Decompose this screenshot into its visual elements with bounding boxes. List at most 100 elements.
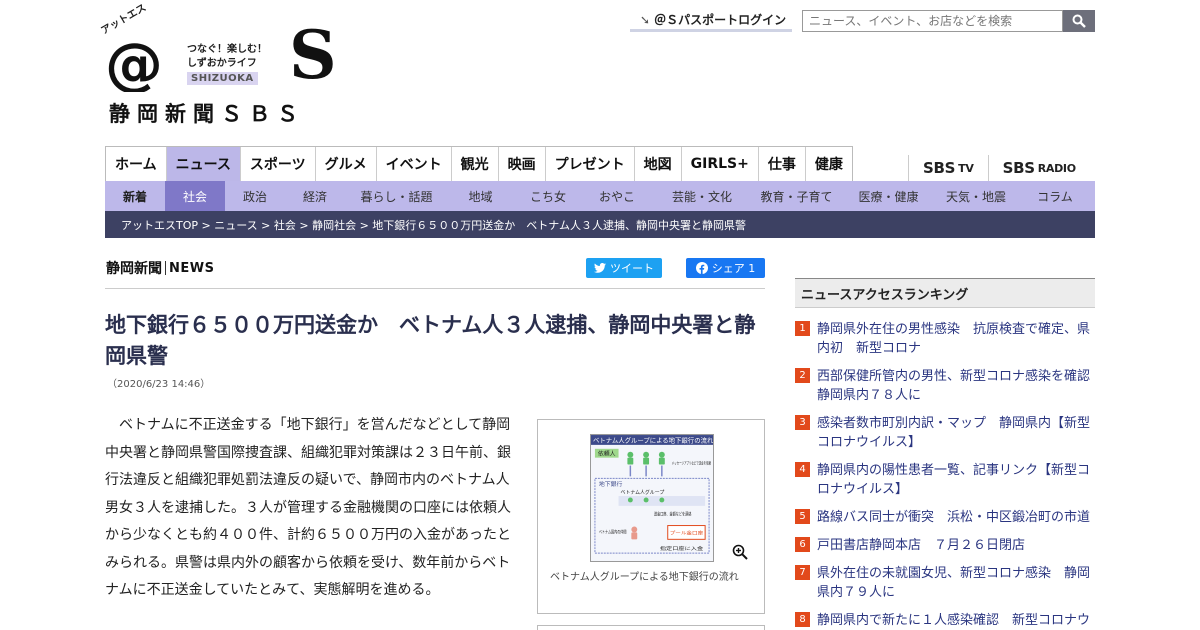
sbs-tv-sub: TV <box>958 161 974 175</box>
ranking-item-link[interactable]: 静岡県内で新たに１人感染確認 新型コロナウ <box>817 611 1090 630</box>
facebook-icon <box>695 262 708 274</box>
tweet-label: ツイート <box>610 262 654 275</box>
ranking-list: 1 静岡県外在住の男性感染 抗原検査で確定、県内初 新型コロナ 2 西部保健所管内の男… <box>795 320 1103 630</box>
ranking-item-link[interactable]: 静岡県内の陽性患者一覧、記事リンク【新型コロナウイルス】 <box>817 461 1095 499</box>
sbs-radio-link[interactable]: SBS RADIO <box>987 155 1090 181</box>
article-body: ベトナムに不正送金する「地下銀行」を営んだなどとして静岡中央署と静岡県警国際捜査… <box>105 417 511 598</box>
ranking-item[interactable]: 7 県外在住の未就園女児、新型コロナ感染 静岡県内７９人に <box>795 564 1095 602</box>
logo-shizuoka: SHIZUOKA <box>187 72 258 85</box>
main-nav: ホーム ニュース スポーツ グルメ イベント 観光 映画 プレゼント 地図 GIRLS+ 仕事 健康 <box>105 146 853 181</box>
ranking-item-link[interactable]: 県外在住の未就園女児、新型コロナ感染 静岡県内７９人に <box>817 564 1095 602</box>
logo-tagline-sub: しずおかライフ <box>187 58 257 69</box>
main-nav-item[interactable]: プレゼント <box>546 147 635 181</box>
diagram-pool: プール金口座 <box>670 529 704 536</box>
chevron-right-icon: ➘ <box>640 12 651 27</box>
sub-nav-item[interactable]: 天気・地震 <box>937 181 1015 211</box>
source-news: NEWS <box>169 260 215 276</box>
ranking-item[interactable]: 8 静岡県内で新たに１人感染確認 新型コロナウ <box>795 611 1095 630</box>
article-figure[interactable]: ベトナム人グループによる地下銀行の流れ 依頼人 メッセージアプリなどで送金を依頼… <box>537 419 765 614</box>
sub-nav-item[interactable]: 新着 <box>105 181 165 211</box>
diagram-title: ベトナム人グループによる地下銀行の流れ <box>593 435 714 444</box>
ranking-item[interactable]: 1 静岡県外在住の男性感染 抗原検査で確定、県内初 新型コロナ <box>795 320 1095 358</box>
sub-nav: 新着 社会 政治 経済 暮らし・話題 地域 こち女 おやこ 芸能・文化 教育・子育て 医療・健康 天気… <box>105 181 1095 211</box>
zoom-in-icon[interactable] <box>732 544 748 560</box>
sbs-radio-sub: RADIO <box>1037 161 1076 175</box>
sub-nav-item[interactable]: 地域 <box>448 181 513 211</box>
source-name: 静岡新聞 <box>106 261 162 277</box>
ranking-item[interactable]: 2 西部保健所管内の男性、新型コロナ感染を確認 静岡県内７８人に <box>795 367 1103 405</box>
ranking-item[interactable]: 5 路線バス同士が衝突 浜松・中区鍛冶町の市道 <box>795 508 1095 527</box>
logo-s-mark: S <box>289 16 337 94</box>
sub-nav-item[interactable]: コラム <box>1015 181 1095 211</box>
main-nav-item[interactable]: 仕事 <box>759 147 806 181</box>
sbs-tv-label: SBS <box>923 159 956 177</box>
main-nav-item[interactable]: GIRLS+ <box>682 147 759 181</box>
twitter-icon <box>594 263 606 273</box>
rank-badge: 1 <box>795 321 810 336</box>
article-headline: 地下銀行６５００万円送金か ベトナム人３人逮捕、静岡中央署と静岡県警 <box>105 313 756 368</box>
article-date: （2020/6/23 14:46） <box>107 379 211 390</box>
main-nav-item[interactable]: 観光 <box>452 147 499 181</box>
rank-badge: 5 <box>795 509 810 524</box>
site-logo[interactable]: アットエス @ つなぐ！楽しむ！ しずおかライフ SHIZUOKA S 静岡新聞… <box>100 2 337 126</box>
source-logo: 静岡新聞 NEWS <box>106 258 214 278</box>
ranking-item-link[interactable]: 西部保健所管内の男性、新型コロナ感染を確認 静岡県内７８人に <box>817 367 1103 405</box>
ranking-item-link[interactable]: 静岡県外在住の男性感染 抗原検査で確定、県内初 新型コロナ <box>817 320 1095 358</box>
svg-text:@: @ <box>105 34 163 92</box>
ranking-item-link[interactable]: 路線バス同士が衝突 浜松・中区鍛冶町の市道 <box>817 508 1090 527</box>
diagram-client: 依頼人 <box>598 450 616 458</box>
sub-nav-item[interactable]: 経済 <box>285 181 345 211</box>
breadcrumb[interactable]: アットエスTOP > ニュース > 社会 > 静岡社会 > 地下銀行６５００万円… <box>105 211 1095 238</box>
sub-nav-item[interactable]: 芸能・文化 <box>651 181 753 211</box>
second-figure[interactable] <box>537 625 765 630</box>
rank-badge: 2 <box>795 368 810 383</box>
sub-nav-item[interactable]: おやこ <box>583 181 651 211</box>
diagram-local: ベトナム国内の仲間 <box>599 528 627 535</box>
facebook-share-button[interactable]: シェア 1 <box>686 258 765 278</box>
site-search <box>802 10 1095 32</box>
passport-login-label: ＠Ｓパスポートログイン <box>654 13 787 27</box>
main-nav-item[interactable]: 映画 <box>499 147 546 181</box>
tweet-button[interactable]: ツイート <box>586 258 662 278</box>
search-input[interactable] <box>802 10 1063 32</box>
ranking-item-link[interactable]: 戸田書店静岡本店 ７月２６日閉店 <box>817 536 1025 555</box>
main-nav-item[interactable]: スポーツ <box>241 147 316 181</box>
diagram-send: 送金口座、金額などを連絡 <box>654 511 692 518</box>
sub-nav-item[interactable]: 政治 <box>225 181 285 211</box>
sbs-links: SBS TV SBS RADIO <box>908 155 1090 181</box>
main-nav-item[interactable]: イベント <box>377 147 452 181</box>
ranking-item[interactable]: 3 感染者数市町別内訳・マップ 静岡県内【新型コロナウイルス】 <box>795 414 1095 452</box>
rank-badge: 8 <box>795 612 810 627</box>
ranking-item[interactable]: 4 静岡県内の陽性患者一覧、記事リンク【新型コロナウイルス】 <box>795 461 1095 499</box>
main-nav-item[interactable]: グルメ <box>316 147 377 181</box>
sub-nav-item[interactable]: 医療・健康 <box>840 181 937 211</box>
sub-nav-item[interactable]: 暮らし・話題 <box>345 181 448 211</box>
diagram-bank: 地下銀行 <box>599 480 623 488</box>
underground-bank-diagram: ベトナム人グループによる地下銀行の流れ 依頼人 メッセージアプリなどで送金を依頼… <box>590 434 714 562</box>
ranking-item-link[interactable]: 感染者数市町別内訳・マップ 静岡県内【新型コロナウイルス】 <box>817 414 1095 452</box>
at-mark-icon: @ <box>105 34 163 92</box>
rank-badge: 3 <box>795 415 810 430</box>
diagram-group: ベトナム人グループ <box>621 489 665 496</box>
search-button[interactable] <box>1063 10 1095 32</box>
main-nav-item[interactable]: 地図 <box>635 147 682 181</box>
passport-login-link[interactable]: ➘ ＠Ｓパスポートログイン <box>630 10 792 32</box>
logo-brand: 静岡新聞ＳＢＳ <box>109 102 305 126</box>
share-label: シェア 1 <box>711 262 756 275</box>
diagram-deposit: 指定口座に入金 <box>660 545 704 552</box>
sbs-radio-label: SBS <box>1002 159 1035 177</box>
main-nav-item[interactable]: 健康 <box>806 147 852 181</box>
source-divider <box>165 261 166 275</box>
ranking-item[interactable]: 6 戸田書店静岡本店 ７月２６日閉店 <box>795 536 1095 555</box>
figure-caption: ベトナム人グループによる地下銀行の流れ <box>550 572 739 583</box>
logo-kana: アットエス <box>99 2 149 37</box>
sub-nav-item[interactable]: 教育・子育て <box>753 181 840 211</box>
main-nav-item[interactable]: ニュース <box>166 147 241 181</box>
rank-badge: 6 <box>795 537 810 552</box>
article-divider <box>105 288 765 289</box>
sbs-tv-link[interactable]: SBS TV <box>908 155 988 181</box>
sub-nav-item[interactable]: 社会 <box>165 181 225 211</box>
sub-nav-item[interactable]: こち女 <box>513 181 583 211</box>
main-nav-item[interactable]: ホーム <box>106 147 167 181</box>
rank-badge: 7 <box>795 565 810 580</box>
